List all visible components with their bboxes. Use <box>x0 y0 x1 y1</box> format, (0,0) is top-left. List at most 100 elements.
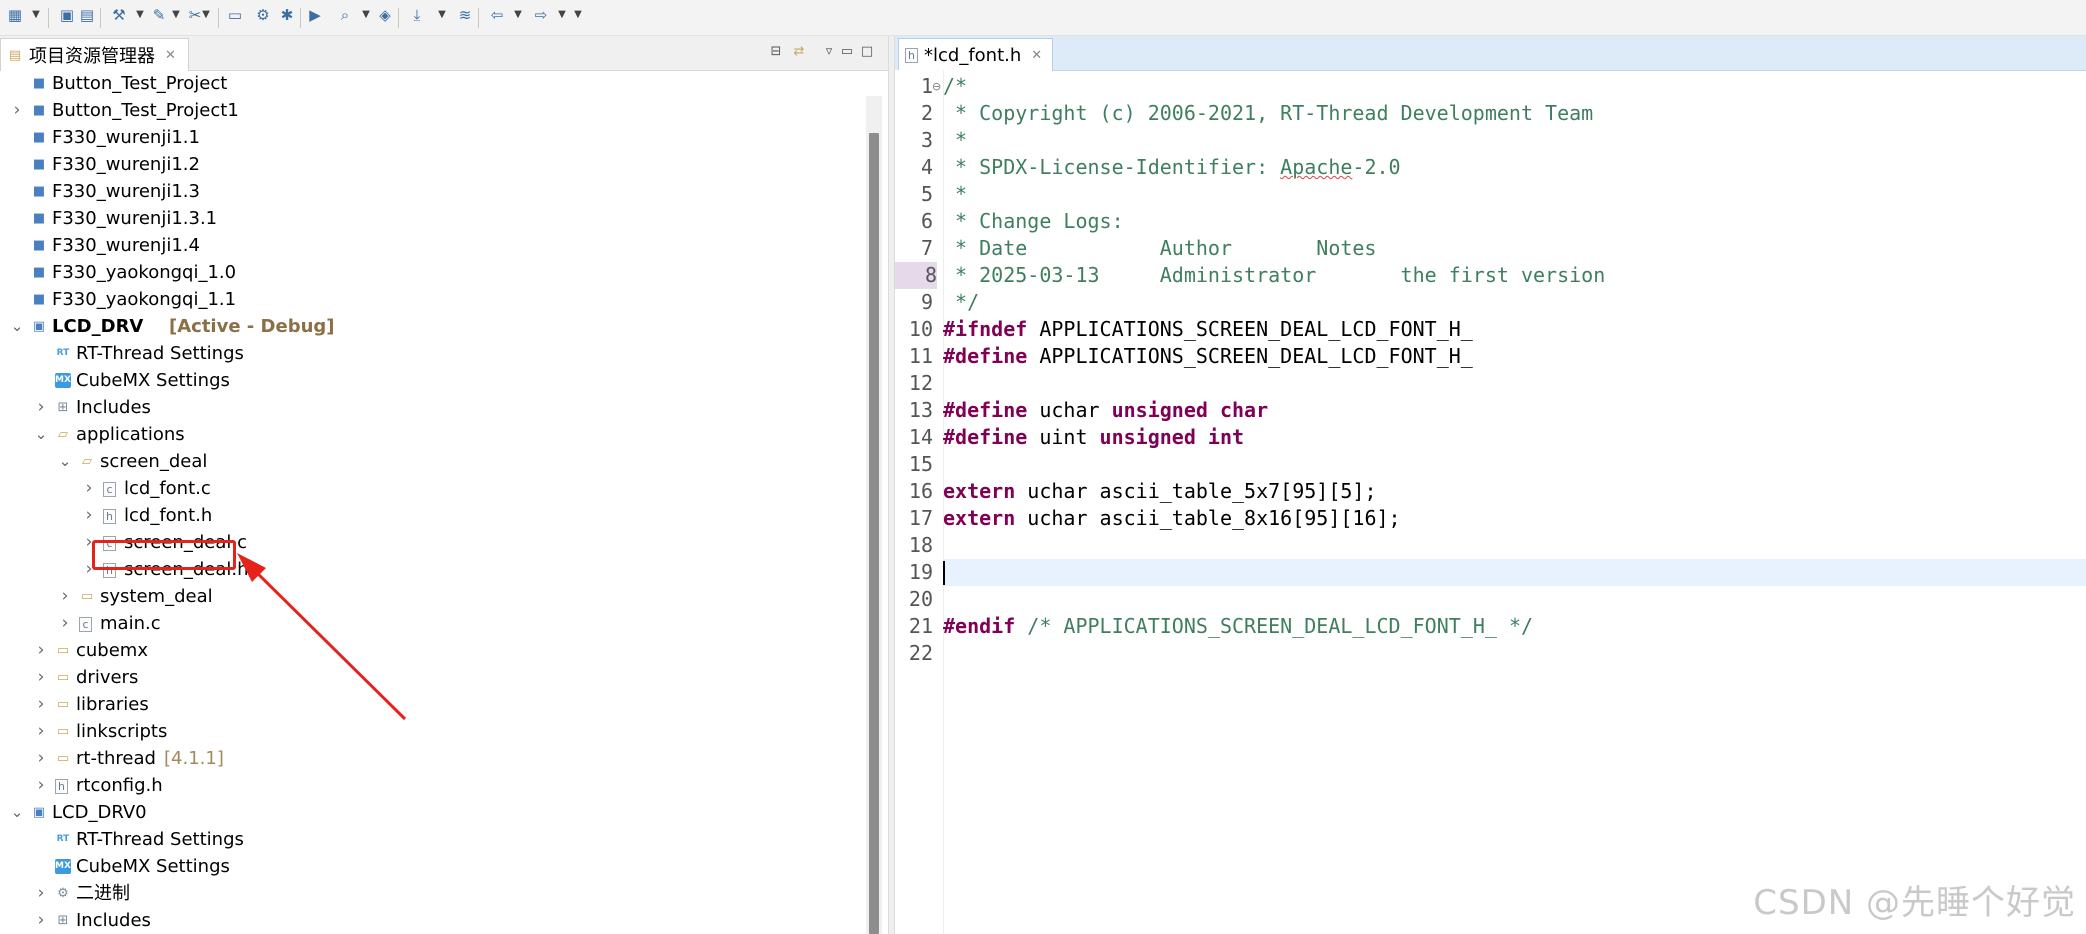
tree-item[interactable]: ■ F330_yaokongqi_1.0 <box>0 259 860 286</box>
minimize-icon[interactable]: ▭ <box>838 42 856 62</box>
tree-item[interactable]: ■ F330_wurenji1.3.1 <box>0 205 860 232</box>
clean-icon[interactable]: ✎ <box>150 6 168 24</box>
collapsed-chevron-icon[interactable]: › <box>58 610 72 637</box>
code-line[interactable]: /* <box>943 73 2086 100</box>
tree-item[interactable]: ■ F330_wurenji1.2 <box>0 151 860 178</box>
tab-lcd-font-h[interactable]: h *lcd_font.h ✕ <box>898 38 1054 71</box>
collapsed-chevron-icon[interactable]: › <box>34 718 48 745</box>
close-icon[interactable]: ✕ <box>165 48 176 63</box>
dropdown-arrow-icon[interactable]: ▼ <box>170 6 182 24</box>
code-line[interactable]: #define uchar unsigned char <box>943 397 2086 424</box>
collapse-all-icon[interactable]: ⊟ <box>767 42 785 62</box>
code-line[interactable] <box>943 586 2086 613</box>
collapsed-chevron-icon[interactable]: › <box>34 745 48 772</box>
tree-item[interactable]: ■ F330_yaokongqi_1.1 <box>0 286 860 313</box>
code-line[interactable]: #ifndef APPLICATIONS_SCREEN_DEAL_LCD_FON… <box>943 316 2086 343</box>
expanded-chevron-icon[interactable]: ⌄ <box>10 799 24 826</box>
tree-item[interactable]: › ⊞ Includes <box>0 907 860 934</box>
tree-item[interactable]: › ■ Button_Test_Project1 <box>0 97 860 124</box>
tree-item[interactable]: › ⊞ Includes <box>0 394 860 421</box>
tree-item[interactable]: ■ F330_wurenji1.3 <box>0 178 860 205</box>
code-line[interactable]: * Copyright (c) 2006-2021, RT-Thread Dev… <box>943 100 2086 127</box>
tree-item[interactable]: › ▭ drivers <box>0 664 860 691</box>
tree-item[interactable]: MX CubeMX Settings <box>0 853 860 880</box>
expanded-chevron-icon[interactable]: ⌄ <box>10 313 24 340</box>
tree-item[interactable]: ⌄ ▱ screen_deal <box>0 448 860 475</box>
code-line[interactable]: #define APPLICATIONS_SCREEN_DEAL_LCD_FON… <box>943 343 2086 370</box>
tree-item[interactable]: ⌄ ▣ LCD_DRV0 <box>0 799 860 826</box>
search-icon[interactable]: ⌕ <box>336 6 354 24</box>
run-icon[interactable]: ▶ <box>306 6 324 24</box>
panel-divider[interactable] <box>888 36 895 934</box>
tree-item[interactable]: › c main.c <box>0 610 860 637</box>
code-line[interactable]: extern uchar ascii_table_8x16[95][16]; <box>943 505 2086 532</box>
dropdown-arrow-icon[interactable]: ▼ <box>556 6 568 24</box>
tree-item[interactable]: › h rtconfig.h <box>0 772 860 799</box>
collapsed-chevron-icon[interactable]: › <box>34 637 48 664</box>
tree-item[interactable]: › ▭ system_deal <box>0 583 860 610</box>
dropdown-arrow-icon[interactable]: ▼ <box>30 6 42 24</box>
view-menu-icon[interactable]: ▿ <box>820 42 838 62</box>
explorer-scrollbar-thumb[interactable] <box>869 133 879 934</box>
collapsed-chevron-icon[interactable]: › <box>82 502 96 529</box>
code-line[interactable]: #endif /* APPLICATIONS_SCREEN_DEAL_LCD_F… <box>943 613 2086 640</box>
tree-item[interactable]: ■ Button_Test_Project <box>0 70 860 97</box>
stack-icon[interactable]: ≋ <box>456 6 474 24</box>
tab-project-explorer[interactable]: ▤ 项目资源管理器 ✕ <box>0 38 189 71</box>
save-all-icon[interactable]: ▤ <box>78 6 96 24</box>
dropdown-arrow-icon[interactable]: ▼ <box>200 6 212 24</box>
close-icon[interactable]: ✕ <box>1031 48 1042 63</box>
code-line[interactable]: #define uint unsigned int <box>943 424 2086 451</box>
tree-item[interactable]: › h lcd_font.h <box>0 502 860 529</box>
collapsed-chevron-icon[interactable]: › <box>34 880 48 907</box>
tree-item[interactable]: ⌄ ▱ applications <box>0 421 860 448</box>
code-line[interactable]: */ <box>943 289 2086 316</box>
collapsed-chevron-icon[interactable]: › <box>10 97 24 124</box>
dropdown-arrow-icon[interactable]: ▼ <box>436 6 448 24</box>
dropdown-arrow-icon[interactable]: ▼ <box>360 6 372 24</box>
collapsed-chevron-icon[interactable]: › <box>58 583 72 610</box>
tree-item[interactable]: ⌄ ▣ LCD_DRV [Active - Debug] <box>0 313 860 340</box>
expanded-chevron-icon[interactable]: ⌄ <box>58 448 72 475</box>
code-line[interactable]: * Date Author Notes <box>943 235 2086 262</box>
fold-toggle-icon[interactable]: ⊖ <box>932 73 941 100</box>
collapsed-chevron-icon[interactable]: › <box>82 475 96 502</box>
link-editor-icon[interactable]: ⇄ <box>790 42 808 62</box>
tree-item[interactable]: › ⚙ 二进制 <box>0 880 860 907</box>
back-icon[interactable]: ⇦ <box>488 6 506 24</box>
dropdown-arrow-icon[interactable]: ▼ <box>572 6 584 24</box>
new-icon[interactable]: ▦ <box>6 6 24 24</box>
monitor-icon[interactable]: ▭ <box>226 6 244 24</box>
tree-item[interactable]: RT RT-Thread Settings <box>0 826 860 853</box>
expanded-chevron-icon[interactable]: ⌄ <box>34 421 48 448</box>
collapsed-chevron-icon[interactable]: › <box>34 691 48 718</box>
code-editor[interactable]: /* * Copyright (c) 2006-2021, RT-Thread … <box>943 70 2086 934</box>
tree-item[interactable]: › ▭ rt-thread [4.1.1] <box>0 745 860 772</box>
tree-item[interactable]: ■ F330_wurenji1.4 <box>0 232 860 259</box>
save-icon[interactable]: ▣ <box>58 6 76 24</box>
code-line[interactable]: * Change Logs: <box>943 208 2086 235</box>
code-line[interactable]: extern uchar ascii_table_5x7[95][5]; <box>943 478 2086 505</box>
download-icon[interactable]: ⤓ <box>408 6 426 24</box>
code-line[interactable] <box>943 640 2086 667</box>
collapsed-chevron-icon[interactable]: › <box>34 664 48 691</box>
layers-icon[interactable]: ◈ <box>376 6 394 24</box>
tree-item[interactable]: › ▭ linkscripts <box>0 718 860 745</box>
maximize-icon[interactable]: □ <box>858 42 876 62</box>
tree-item[interactable]: RT RT-Thread Settings <box>0 340 860 367</box>
code-line[interactable] <box>943 559 2086 586</box>
tree-item[interactable]: ■ F330_wurenji1.1 <box>0 124 860 151</box>
tree-item[interactable]: MX CubeMX Settings <box>0 367 860 394</box>
settings-icon[interactable]: ⚙ <box>254 6 272 24</box>
collapsed-chevron-icon[interactable]: › <box>34 394 48 421</box>
forward-icon[interactable]: ⇨ <box>532 6 550 24</box>
collapsed-chevron-icon[interactable]: › <box>34 907 48 934</box>
code-line[interactable]: * <box>943 127 2086 154</box>
code-line[interactable]: * SPDX-License-Identifier: Apache-2.0 <box>943 154 2086 181</box>
dropdown-arrow-icon[interactable]: ▼ <box>512 6 524 24</box>
dropdown-arrow-icon[interactable]: ▼ <box>134 6 146 24</box>
code-line[interactable]: * 2025-03-13 Administrator the first ver… <box>943 262 2086 289</box>
code-line[interactable]: * <box>943 181 2086 208</box>
tree-item[interactable]: › ▭ libraries <box>0 691 860 718</box>
build-icon[interactable]: ⚒ <box>110 6 128 24</box>
